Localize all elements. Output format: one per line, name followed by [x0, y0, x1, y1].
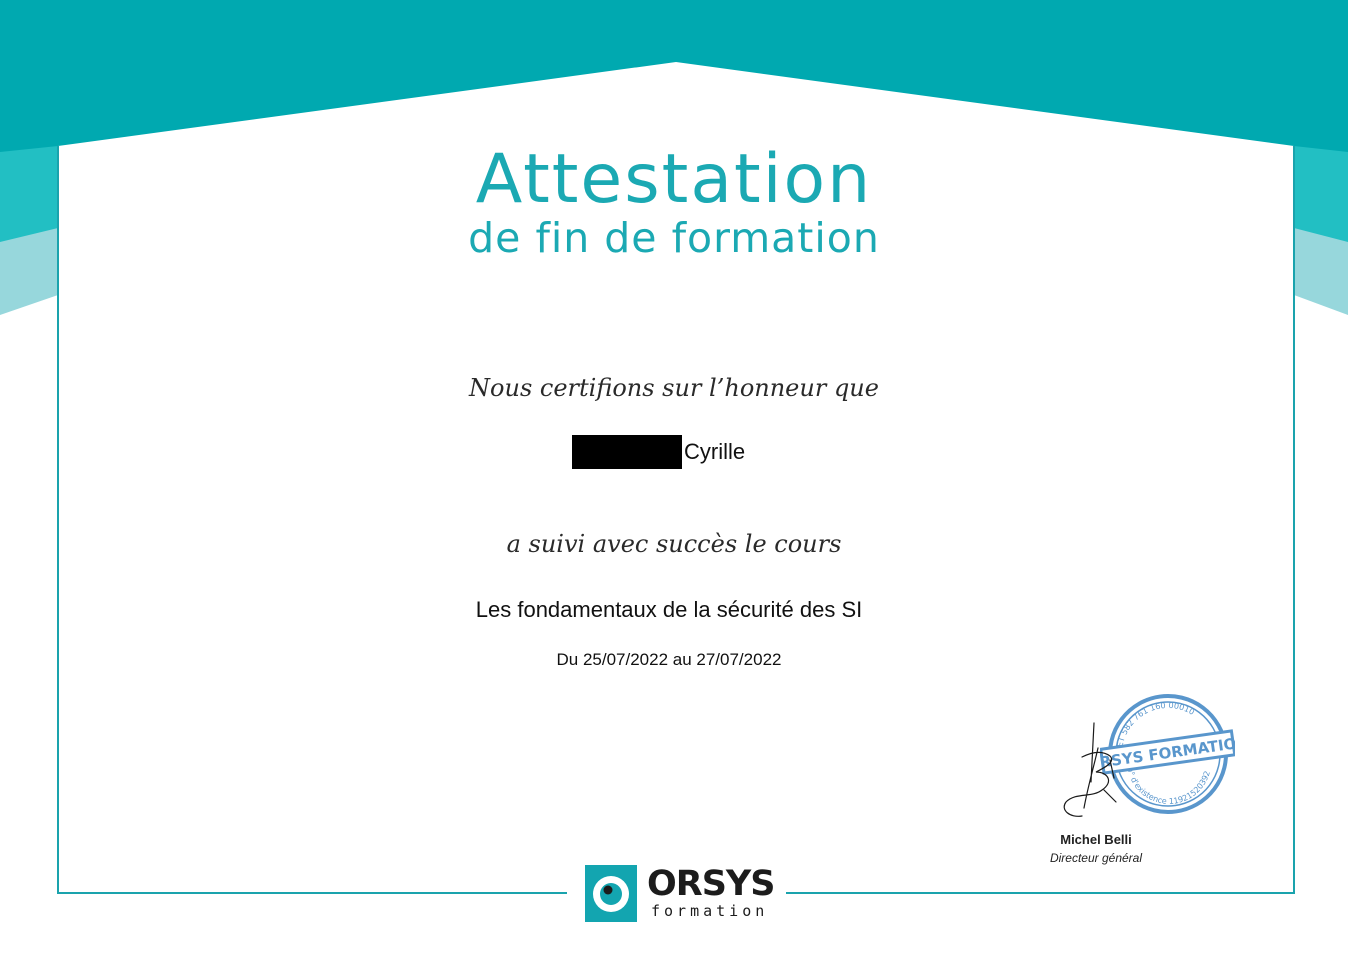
- certificate-title: Attestation: [475, 140, 873, 219]
- signatory-name: Michel Belli: [1060, 832, 1132, 847]
- eye-icon: [585, 865, 637, 922]
- course-title: Les fondamentaux de la sécurité des SI: [475, 597, 863, 622]
- certificate-subtitle: de fin de formation: [468, 214, 880, 262]
- signatory-role: Directeur général: [1049, 851, 1143, 865]
- course-dates: Du 25/07/2022 au 27/07/2022: [556, 650, 782, 669]
- recipient-name: Cyrille: [572, 435, 745, 469]
- signature: [1063, 722, 1117, 817]
- completion-statement: a suivi avec succès le cours: [506, 530, 842, 558]
- orsys-logo: ORSYS formation: [585, 864, 775, 922]
- logo-wordmark: ORSYS: [647, 864, 775, 904]
- logo-tagline: formation: [651, 902, 769, 920]
- redacted-surname: [572, 435, 682, 469]
- certify-statement: Nous certifions sur l’honneur que: [469, 374, 879, 402]
- recipient-first-name: Cyrille: [684, 439, 746, 464]
